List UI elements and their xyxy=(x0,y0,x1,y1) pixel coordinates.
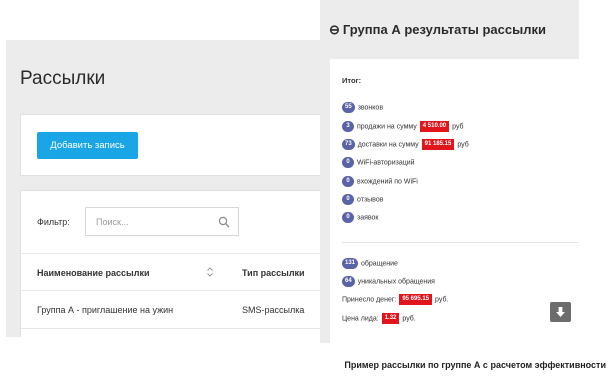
count-badge: 0 xyxy=(342,212,354,223)
page-title: Рассылки xyxy=(20,68,106,89)
results-card: Итог: 55 звонков 3 продажи на сумму 4 510.0… xyxy=(330,59,579,343)
stat-text: продажи на сумму xyxy=(357,123,417,131)
lead-price-label: Цена лида: xyxy=(342,315,379,323)
mailings-page: Рассылки Добавить запись Фильтр: Наимено… xyxy=(6,40,341,337)
search-icon[interactable] xyxy=(218,216,230,228)
cell-mailing-type: SMS-рассылка xyxy=(242,305,305,315)
stat-text: обращение xyxy=(361,260,398,268)
count-badge: 0 xyxy=(342,176,354,187)
column-header-type[interactable]: Тип рассылки xyxy=(242,266,305,280)
screenshot-stage: Рассылки Добавить запись Фильтр: Наимено… xyxy=(0,0,612,379)
cell-mailing-name[interactable]: Группа А - приглашение на ужин xyxy=(37,303,173,317)
currency-label: руб. xyxy=(402,315,416,323)
amount-badge: 95 695.15 xyxy=(399,294,433,305)
stat-wifi-auth: 0 WiFi-авторизаций xyxy=(342,157,415,169)
stat-reviews: 0 отзывов xyxy=(342,194,383,206)
count-badge: 64 xyxy=(342,276,355,287)
amount-badge: 1.32 xyxy=(381,313,400,324)
stat-text: доставки на сумму xyxy=(357,141,419,149)
results-title: ⊖ Группа А результаты рассылки xyxy=(329,22,546,38)
stat-deliveries: 73 доставки на сумму 91 185.15 руб xyxy=(342,139,469,151)
revenue-label: Принесло денег: xyxy=(342,296,397,304)
mailings-list-card: Фильтр: Наименование рассылки Тип рассыл… xyxy=(20,190,341,337)
stat-text: вхождений по WiFi xyxy=(357,178,418,186)
filter-label: Фильтр: xyxy=(37,217,70,227)
table-header: Наименование рассылки Тип рассылки xyxy=(21,253,341,291)
currency-label: руб xyxy=(452,123,464,131)
stat-calls: 55 звонков xyxy=(342,102,383,114)
stat-text: уникальных обращения xyxy=(357,278,435,286)
stat-requests: 0 заявок xyxy=(342,212,379,224)
caption: Пример рассылки по группе А с расчетом э… xyxy=(344,360,606,370)
search-box[interactable] xyxy=(85,207,239,236)
stat-lead-price: Цена лида: 1.32 руб. xyxy=(342,313,416,325)
count-badge: 0 xyxy=(342,157,354,168)
summary-label: Итог: xyxy=(342,76,362,85)
stat-unique-appeals: 64 уникальных обращения xyxy=(342,276,435,288)
add-record-button[interactable]: Добавить запись xyxy=(37,132,138,159)
column-header-name[interactable]: Наименование рассылки xyxy=(37,266,149,280)
add-record-card: Добавить запись xyxy=(20,114,340,176)
stat-sales: 3 продажи на сумму 4 510.00 руб xyxy=(342,121,464,133)
stat-text: отзывов xyxy=(357,196,384,204)
amount-badge: 91 185.15 xyxy=(421,139,455,150)
count-badge: 0 xyxy=(342,194,354,205)
stat-text: заявок xyxy=(357,214,379,222)
currency-label: руб xyxy=(457,141,469,149)
results-title-text: Группа А результаты рассылки xyxy=(342,22,546,37)
results-panel: ⊖ Группа А результаты рассылки Итог: 55 зв… xyxy=(320,0,579,343)
stat-revenue: Принесло денег: 95 695.15 руб. xyxy=(342,294,448,306)
download-button[interactable] xyxy=(550,302,571,322)
currency-label: руб. xyxy=(435,296,449,304)
table-row[interactable]: Группа А - приглашение на ужин SMS-рассы… xyxy=(21,291,341,329)
stat-text: звонков xyxy=(357,104,384,112)
search-input[interactable] xyxy=(96,215,206,229)
download-arrow-icon xyxy=(556,307,565,317)
count-badge: 55 xyxy=(342,102,355,113)
divider xyxy=(342,242,579,243)
stat-wifi-entries: 0 вхождений по WiFi xyxy=(342,176,418,188)
amount-badge: 4 510.00 xyxy=(419,121,450,132)
count-badge: 73 xyxy=(342,139,355,150)
stat-text: WiFi-авторизаций xyxy=(357,159,415,167)
back-arrow-circle-icon[interactable]: ⊖ xyxy=(329,22,340,37)
sort-icon[interactable] xyxy=(206,265,214,279)
stat-appeals: 131 обращение xyxy=(342,258,398,270)
count-badge: 131 xyxy=(342,258,359,269)
count-badge: 3 xyxy=(342,121,354,132)
